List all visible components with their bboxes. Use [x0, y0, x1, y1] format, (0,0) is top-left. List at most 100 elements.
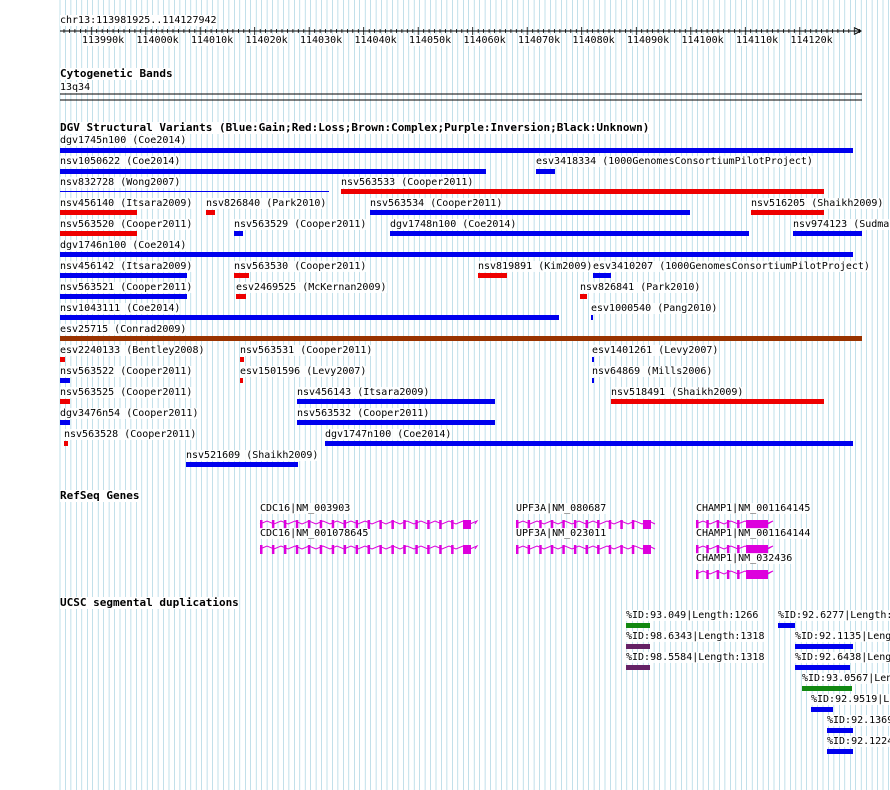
dgv-variant-bar[interactable] — [592, 357, 594, 362]
dgv-variant-label[interactable]: nsv563531 (Cooper2011) — [240, 345, 373, 356]
segdup-label[interactable]: %ID:92.1224 — [827, 736, 890, 747]
segdup-bar[interactable] — [626, 665, 650, 670]
dgv-variant-bar[interactable] — [593, 273, 611, 278]
dgv-variant-label[interactable]: nsv563522 (Cooper2011) — [60, 366, 193, 377]
dgv-variant-bar[interactable] — [297, 420, 495, 425]
dgv-variant-label[interactable]: esv3410207 (1000GenomesConsortiumPilotPr… — [593, 261, 870, 272]
dgv-variant-bar[interactable] — [325, 441, 853, 446]
dgv-variant-label[interactable]: nsv826841 (Park2010) — [580, 282, 701, 293]
dgv-variant-label[interactable]: nsv64869 (Mills2006) — [592, 366, 713, 377]
dgv-variant-label[interactable]: nsv1043111 (Coe2014) — [60, 303, 181, 314]
dgv-variant-label[interactable]: esv1501596 (Levy2007) — [240, 366, 367, 377]
segdup-label[interactable]: %ID:92.6438|Leng — [795, 652, 890, 663]
dgv-variant-bar[interactable] — [390, 231, 749, 236]
dgv-variant-bar[interactable] — [234, 273, 249, 278]
segdup-label[interactable]: %ID:98.6343|Length:1318 — [626, 631, 765, 642]
dgv-variant-label[interactable]: esv25715 (Conrad2009) — [60, 324, 187, 335]
dgv-variant-label[interactable]: nsv1050622 (Coe2014) — [60, 156, 181, 167]
dgv-variant-bar[interactable] — [60, 336, 862, 341]
dgv-variant-label[interactable]: nsv563525 (Cooper2011) — [60, 387, 193, 398]
dgv-variant-label[interactable]: nsv563530 (Cooper2011) — [234, 261, 367, 272]
dgv-variant-bar[interactable] — [60, 191, 329, 192]
dgv-variant-label[interactable]: dgv3476n54 (Cooper2011) — [60, 408, 199, 419]
dgv-variant-bar[interactable] — [240, 378, 243, 383]
dgv-variant-label[interactable]: nsv974123 (Sudmant — [793, 219, 890, 230]
segdup-label[interactable]: %ID:93.0567|Len — [802, 673, 890, 684]
gene-label[interactable]: CDC16|NM_003903 — [260, 503, 351, 514]
dgv-variant-bar[interactable] — [793, 231, 862, 236]
dgv-variant-bar[interactable] — [234, 231, 243, 236]
dgv-variant-bar[interactable] — [478, 273, 507, 278]
segdup-label[interactable]: %ID:92.6277|Length: — [778, 610, 890, 621]
dgv-variant-bar[interactable] — [297, 399, 495, 404]
segdup-bar[interactable] — [795, 644, 853, 649]
dgv-variant-label[interactable]: nsv456140 (Itsara2009) — [60, 198, 193, 209]
gene-model[interactable] — [695, 570, 774, 579]
segdup-label[interactable]: %ID:92.9519|L — [811, 694, 890, 705]
dgv-variant-bar[interactable] — [60, 252, 853, 257]
segdup-label[interactable]: %ID:98.5584|Length:1318 — [626, 652, 765, 663]
dgv-variant-label[interactable]: dgv1745n100 (Coe2014) — [60, 135, 187, 146]
dgv-variant-label[interactable]: nsv563528 (Cooper2011) — [64, 429, 197, 440]
dgv-variant-bar[interactable] — [240, 357, 244, 362]
gene-label[interactable]: CDC16|NM_001078645 — [260, 528, 369, 539]
dgv-variant-bar[interactable] — [64, 441, 68, 446]
dgv-variant-label[interactable]: esv2240133 (Bentley2008) — [60, 345, 205, 356]
gene-label[interactable]: CHAMP1|NM_001164145 — [696, 503, 811, 514]
segdup-label[interactable]: %ID:92.1135|Leng — [795, 631, 890, 642]
gene-label[interactable]: CHAMP1|NM_032436 — [696, 553, 793, 564]
dgv-variant-bar[interactable] — [60, 357, 65, 362]
dgv-variant-label[interactable]: nsv456143 (Itsara2009) — [297, 387, 430, 398]
cytoband-track-title[interactable]: Cytogenetic Bands — [60, 68, 173, 80]
segdup-bar[interactable] — [778, 623, 795, 628]
dgv-variant-bar[interactable] — [60, 315, 559, 320]
segdup-track-title[interactable]: UCSC segmental duplications — [60, 597, 239, 609]
segdup-bar[interactable] — [626, 644, 650, 649]
dgv-variant-bar[interactable] — [341, 189, 824, 194]
dgv-variant-label[interactable]: nsv563534 (Cooper2011) — [370, 198, 503, 209]
dgv-variant-bar[interactable] — [60, 210, 137, 215]
dgv-variant-bar[interactable] — [60, 148, 853, 153]
dgv-variant-bar[interactable] — [60, 231, 137, 236]
dgv-variant-bar[interactable] — [60, 399, 70, 404]
dgv-variant-label[interactable]: nsv456142 (Itsara2009) — [60, 261, 193, 272]
dgv-variant-label[interactable]: esv1401261 (Levy2007) — [592, 345, 719, 356]
dgv-variant-bar[interactable] — [60, 420, 70, 425]
dgv-variant-bar[interactable] — [60, 294, 187, 299]
dgv-variant-bar[interactable] — [536, 169, 555, 174]
gene-model[interactable] — [259, 544, 479, 554]
segdup-bar[interactable] — [795, 665, 850, 670]
dgv-variant-bar[interactable] — [611, 399, 824, 404]
dgv-variant-label[interactable]: nsv563532 (Cooper2011) — [297, 408, 430, 419]
dgv-variant-label[interactable]: nsv521609 (Shaikh2009) — [186, 450, 319, 461]
segdup-label[interactable]: %ID:93.049|Length:1266 — [626, 610, 759, 621]
dgv-variant-label[interactable]: esv3418334 (1000GenomesConsortiumPilotPr… — [536, 156, 813, 167]
dgv-variant-label[interactable]: nsv819891 (Kim2009) — [478, 261, 593, 272]
dgv-variant-bar[interactable] — [186, 462, 298, 467]
dgv-variant-bar[interactable] — [236, 294, 246, 299]
dgv-variant-label[interactable]: dgv1746n100 (Coe2014) — [60, 240, 187, 251]
segdup-bar[interactable] — [827, 749, 853, 754]
refseq-track-title[interactable]: RefSeq Genes — [60, 490, 140, 502]
dgv-variant-label[interactable]: nsv826840 (Park2010) — [206, 198, 327, 209]
dgv-variant-label[interactable]: nsv518491 (Shaikh2009) — [611, 387, 744, 398]
gene-model[interactable] — [515, 545, 656, 554]
gene-label[interactable]: UPF3A|NM_080687 — [516, 503, 607, 514]
dgv-variant-label[interactable]: esv1000540 (Pang2010) — [591, 303, 718, 314]
dgv-variant-bar[interactable] — [591, 315, 593, 320]
dgv-variant-bar[interactable] — [592, 378, 594, 383]
dgv-variant-label[interactable]: dgv1747n100 (Coe2014) — [325, 429, 452, 440]
segdup-bar[interactable] — [626, 623, 650, 628]
dgv-variant-bar[interactable] — [60, 169, 486, 174]
dgv-variant-label[interactable]: nsv563529 (Cooper2011) — [234, 219, 367, 230]
dgv-variant-label[interactable]: nsv832728 (Wong2007) — [60, 177, 181, 188]
dgv-variant-label[interactable]: nsv516205 (Shaikh2009) — [751, 198, 884, 209]
dgv-variant-label[interactable]: nsv563533 (Cooper2011) — [341, 177, 474, 188]
cytoband-label[interactable]: 13q34 — [60, 82, 91, 93]
dgv-variant-bar[interactable] — [60, 378, 70, 383]
dgv-variant-bar[interactable] — [206, 210, 215, 215]
dgv-variant-bar[interactable] — [60, 273, 187, 278]
dgv-variant-bar[interactable] — [580, 294, 587, 299]
dgv-variant-bar[interactable] — [751, 210, 824, 215]
segdup-bar[interactable] — [811, 707, 833, 712]
